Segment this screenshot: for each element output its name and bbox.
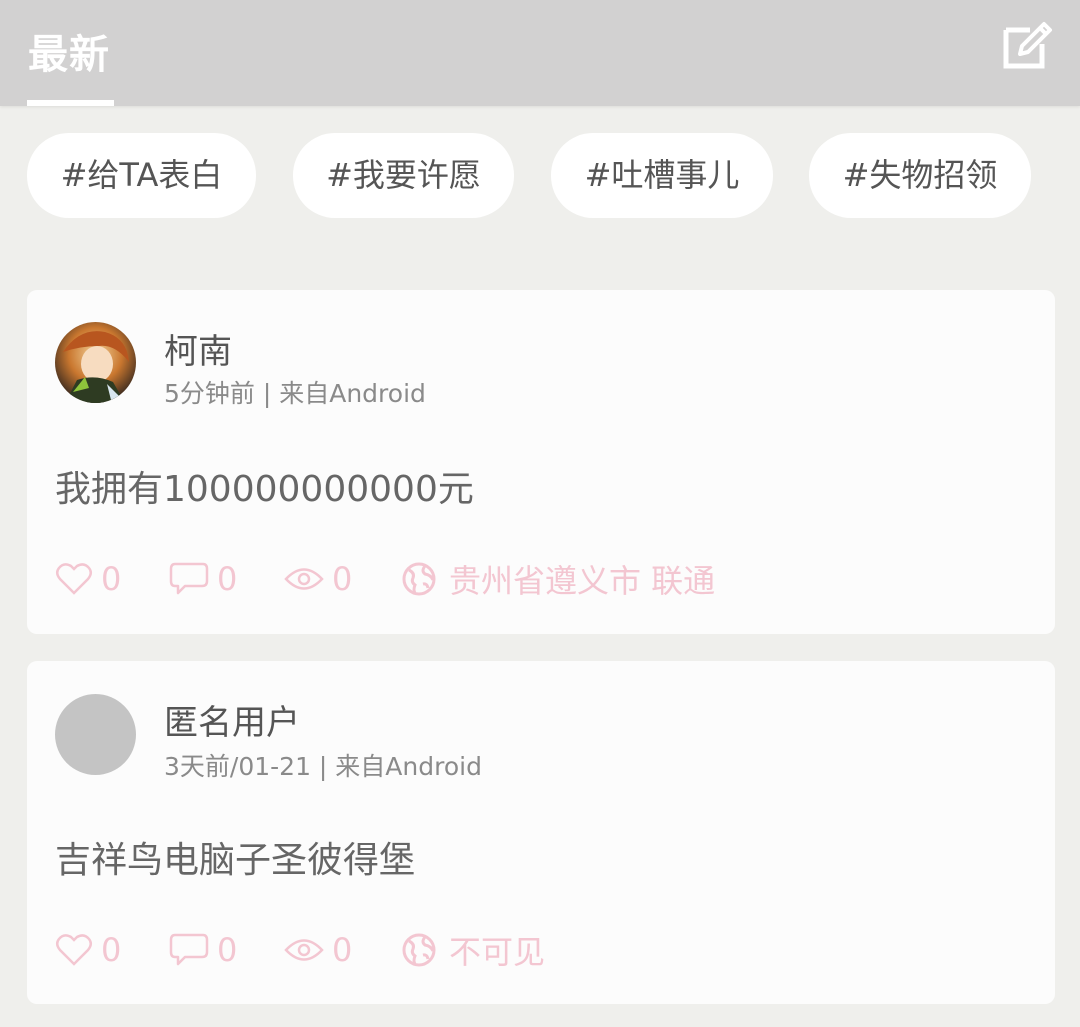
username[interactable]: 柯南 xyxy=(164,324,232,373)
location-display: 不可见 xyxy=(401,927,545,973)
location-text: 贵州省遵义市 联通 xyxy=(449,562,716,600)
location-display: 贵州省遵义市 联通 xyxy=(401,556,715,602)
eye-icon xyxy=(284,568,324,590)
post-content: 我拥有100000000000元 xyxy=(55,469,474,510)
username[interactable]: 匿名用户 xyxy=(164,695,300,744)
view-count: 0 xyxy=(332,931,353,969)
heart-icon xyxy=(56,563,92,595)
heart-icon xyxy=(56,934,92,966)
tag-complain[interactable]: #吐槽事儿 xyxy=(551,133,773,218)
tab-latest[interactable]: 最新 xyxy=(28,22,110,80)
comment-button[interactable]: 0 xyxy=(169,556,237,602)
topic-tags: #给TA表白 #我要许愿 #吐槽事儿 #失物招领 xyxy=(0,133,1080,218)
like-button[interactable]: 0 xyxy=(55,927,121,973)
edit-icon xyxy=(1003,22,1052,69)
like-count: 0 xyxy=(101,560,122,598)
like-button[interactable]: 0 xyxy=(55,556,121,602)
post-content: 吉祥鸟电脑子圣彼得堡 xyxy=(55,840,416,881)
post-actions: 0 0 0 贵州省遵义市 联通 xyxy=(55,556,1015,602)
comment-icon xyxy=(169,562,209,595)
tag-lost-found[interactable]: #失物招领 xyxy=(809,133,1031,218)
view-count: 0 xyxy=(332,560,353,598)
user-avatar-image xyxy=(55,322,136,403)
tab-indicator xyxy=(27,100,114,106)
view-count-display: 0 xyxy=(284,556,352,602)
avatar[interactable] xyxy=(55,322,136,403)
post-actions: 0 0 0 不可见 xyxy=(55,927,1015,973)
location-text: 不可见 xyxy=(449,933,546,971)
post-card[interactable]: 匿名用户 3天前/01-21 | 来自Android 吉祥鸟电脑子圣彼得堡 0 … xyxy=(27,661,1055,1004)
comment-count: 0 xyxy=(217,931,238,969)
comment-count: 0 xyxy=(217,560,238,598)
avatar-placeholder[interactable] xyxy=(55,694,136,775)
post-meta: 3天前/01-21 | 来自Android xyxy=(164,752,482,781)
globe-icon xyxy=(402,562,436,596)
compose-button[interactable] xyxy=(1000,16,1056,72)
eye-icon xyxy=(284,939,324,961)
globe-icon xyxy=(402,933,436,967)
post-meta: 5分钟前 | 来自Android xyxy=(164,379,426,408)
tag-confess[interactable]: #给TA表白 xyxy=(27,133,256,218)
comment-icon xyxy=(169,933,209,966)
comment-button[interactable]: 0 xyxy=(169,927,237,973)
top-app-bar: 最新 xyxy=(0,0,1080,106)
tag-wish[interactable]: #我要许愿 xyxy=(293,133,514,218)
post-card[interactable]: 柯南 5分钟前 | 来自Android 我拥有100000000000元 0 0… xyxy=(27,290,1055,634)
view-count-display: 0 xyxy=(284,927,352,973)
like-count: 0 xyxy=(101,931,122,969)
